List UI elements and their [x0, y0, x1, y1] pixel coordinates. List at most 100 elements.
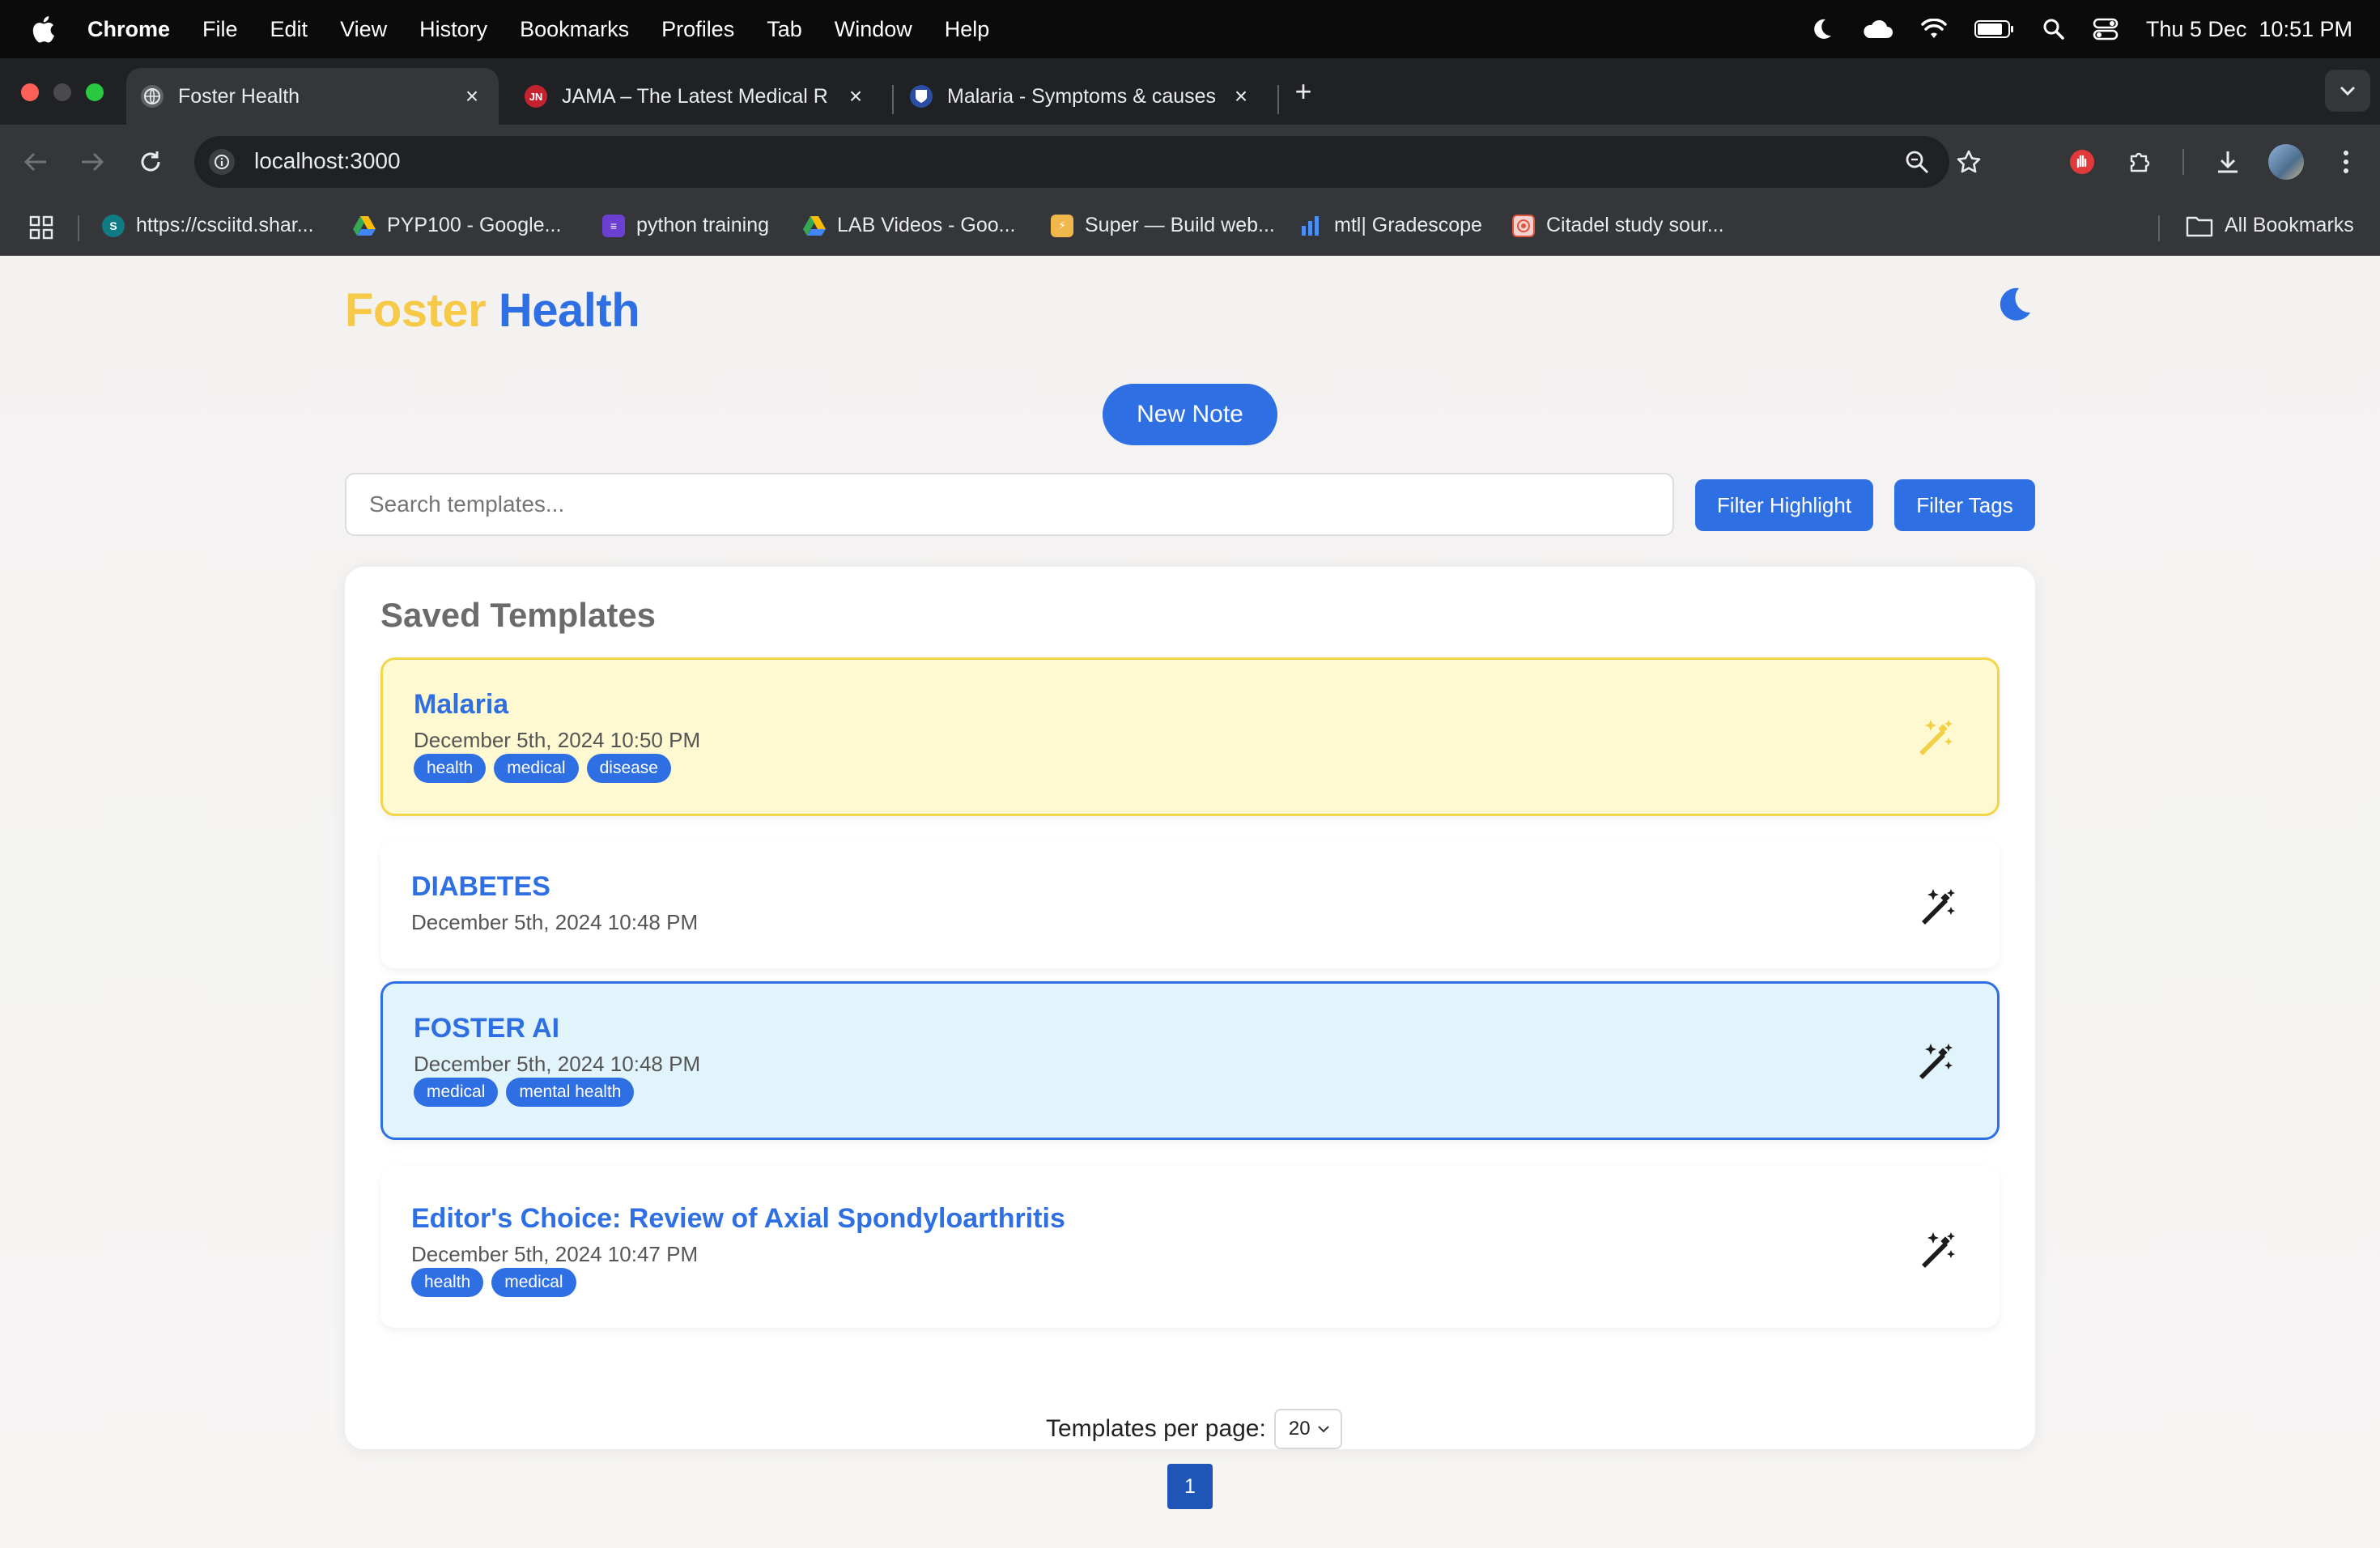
tab-close-icon[interactable]: ×: [1229, 83, 1253, 108]
window-zoom-button[interactable]: [86, 83, 104, 101]
bookmarks-bar: S https://csciitd.shar... PYP100 - Googl…: [0, 199, 2380, 256]
tab-malaria[interactable]: Malaria - Symptoms & causes ×: [895, 68, 1268, 125]
zoom-magnifier-icon[interactable]: [1902, 147, 1932, 176]
tab-close-icon[interactable]: ×: [844, 83, 868, 108]
window-minimize-button[interactable]: [53, 83, 71, 101]
bookmark-item[interactable]: LAB Videos - Goo...: [803, 214, 1016, 237]
per-page-select[interactable]: 20: [1273, 1409, 1342, 1449]
template-date: December 5th, 2024 10:48 PM: [414, 1052, 701, 1076]
magic-wand-icon[interactable]: [1915, 1040, 1955, 1081]
menu-view[interactable]: View: [340, 17, 387, 42]
tab-title: Foster Health: [178, 84, 300, 108]
bookmark-label: https://csciitd.shar...: [136, 214, 314, 236]
tag-badge[interactable]: mental health: [506, 1078, 635, 1107]
bookmark-label: LAB Videos - Goo...: [837, 214, 1016, 236]
search-templates-input[interactable]: [345, 473, 1674, 536]
apple-icon[interactable]: [31, 15, 57, 44]
control-center-icon[interactable]: [2093, 18, 2119, 40]
per-page-value: 20: [1288, 1418, 1311, 1440]
template-date: December 5th, 2024 10:48 PM: [411, 910, 699, 934]
bookmark-label: mtl| Gradescope: [1334, 214, 1482, 236]
download-icon[interactable]: [2213, 147, 2242, 176]
bookmark-item[interactable]: PYP100 - Google...: [353, 214, 561, 237]
back-arrow-icon[interactable]: [21, 147, 50, 176]
gradescope-icon: [1300, 215, 1323, 237]
new-note-button[interactable]: New Note: [1103, 384, 1277, 445]
menu-profiles[interactable]: Profiles: [661, 17, 734, 42]
menu-bookmarks[interactable]: Bookmarks: [520, 17, 629, 42]
tab-jama[interactable]: JN JAMA – The Latest Medical Re ×: [510, 68, 882, 125]
battery-icon[interactable]: [1974, 19, 2015, 39]
menu-help[interactable]: Help: [945, 17, 990, 42]
chevron-down-icon: [1318, 1426, 1329, 1433]
template-card[interactable]: Malaria December 5th, 2024 10:50 PM heal…: [380, 657, 2000, 816]
tag-badge[interactable]: health: [414, 754, 487, 783]
saved-templates-panel: Saved Templates Malaria December 5th, 20…: [345, 567, 2035, 1449]
address-bar[interactable]: localhost:3000: [194, 136, 1981, 188]
kebab-menu-icon[interactable]: [2331, 147, 2361, 176]
tag-badge[interactable]: medical: [414, 1078, 499, 1107]
apps-grid-icon[interactable]: [29, 215, 53, 240]
window-close-button[interactable]: [21, 83, 39, 101]
bookmark-item[interactable]: ⚡ Super — Build web...: [1051, 214, 1275, 237]
menu-window[interactable]: Window: [835, 17, 912, 42]
extensions-puzzle-icon[interactable]: [2126, 147, 2155, 176]
icloud-icon[interactable]: [1861, 19, 1893, 40]
per-page-label: Templates per page:: [1046, 1415, 1266, 1442]
focus-moon-icon[interactable]: [1809, 17, 1834, 41]
magic-wand-icon[interactable]: [1917, 1229, 1957, 1269]
tab-foster-health[interactable]: Foster Health ×: [126, 68, 499, 125]
app-logo[interactable]: Foster Health: [345, 283, 640, 338]
extension-hand-icon[interactable]: [2068, 147, 2097, 176]
tab-divider: [1277, 85, 1279, 114]
spotlight-search-icon[interactable]: [2042, 18, 2065, 40]
all-bookmarks-label: All Bookmarks: [2225, 214, 2354, 236]
tag-badge[interactable]: medical: [494, 754, 579, 783]
bookmark-item[interactable]: Citadel study sour...: [1512, 214, 1724, 237]
bookmark-item[interactable]: ≡ python training: [602, 214, 769, 237]
wifi-icon[interactable]: [1921, 19, 1947, 40]
bookmark-item[interactable]: mtl| Gradescope: [1300, 214, 1482, 237]
tag-badge[interactable]: disease: [586, 754, 671, 783]
template-card[interactable]: DIABETES December 5th, 2024 10:48 PM: [380, 839, 2000, 968]
template-tags: health medical: [411, 1268, 576, 1297]
site-info-icon[interactable]: [209, 149, 235, 175]
template-card[interactable]: FOSTER AI December 5th, 2024 10:48 PM me…: [380, 981, 2000, 1140]
all-bookmarks-folder[interactable]: All Bookmarks: [2186, 214, 2354, 237]
bookmark-label: Citadel study sour...: [1546, 214, 1724, 236]
page-viewport: Foster Health New Note Filter Highlight …: [0, 256, 2380, 1548]
forward-arrow-icon[interactable]: [78, 147, 107, 176]
template-card[interactable]: Editor's Choice: Review of Axial Spondyl…: [380, 1166, 2000, 1328]
menu-app-name[interactable]: Chrome: [87, 17, 170, 42]
page-number-button[interactable]: 1: [1167, 1464, 1213, 1509]
menu-tab[interactable]: Tab: [767, 17, 802, 42]
template-title[interactable]: Malaria: [414, 689, 508, 721]
bookmark-item[interactable]: S https://csciitd.shar...: [102, 214, 314, 237]
profile-avatar[interactable]: [2268, 144, 2304, 180]
tag-badge[interactable]: medical: [491, 1268, 576, 1297]
new-tab-plus-icon[interactable]: +: [1290, 77, 1316, 106]
filter-highlight-button[interactable]: Filter Highlight: [1695, 479, 1873, 531]
menu-edit[interactable]: Edit: [270, 17, 308, 42]
tab-search-button[interactable]: [2325, 70, 2370, 112]
bookmark-label: Super — Build web...: [1085, 214, 1275, 236]
magic-wand-icon[interactable]: [1915, 717, 1955, 757]
logo-foster: Foster: [345, 284, 487, 337]
menu-history[interactable]: History: [419, 17, 487, 42]
template-title[interactable]: Editor's Choice: Review of Axial Spondyl…: [411, 1203, 1065, 1235]
url-text[interactable]: localhost:3000: [254, 148, 401, 174]
template-title[interactable]: FOSTER AI: [414, 1013, 559, 1044]
reload-icon[interactable]: [136, 147, 165, 176]
template-title[interactable]: DIABETES: [411, 871, 550, 903]
filter-tags-button[interactable]: Filter Tags: [1894, 479, 2035, 531]
bookmark-star-icon[interactable]: [1954, 147, 1983, 176]
menu-file[interactable]: File: [202, 17, 238, 42]
magic-wand-icon[interactable]: [1917, 886, 1957, 926]
mayo-clinic-favicon-icon: [910, 85, 933, 108]
tag-badge[interactable]: health: [411, 1268, 484, 1297]
dark-mode-moon-icon[interactable]: [1995, 285, 2034, 324]
menubar-clock[interactable]: Thu 5 Dec 10:51 PM: [2146, 17, 2352, 42]
bookmark-label: python training: [636, 214, 770, 236]
tab-close-icon[interactable]: ×: [460, 83, 484, 108]
folder-icon: [2186, 215, 2213, 237]
